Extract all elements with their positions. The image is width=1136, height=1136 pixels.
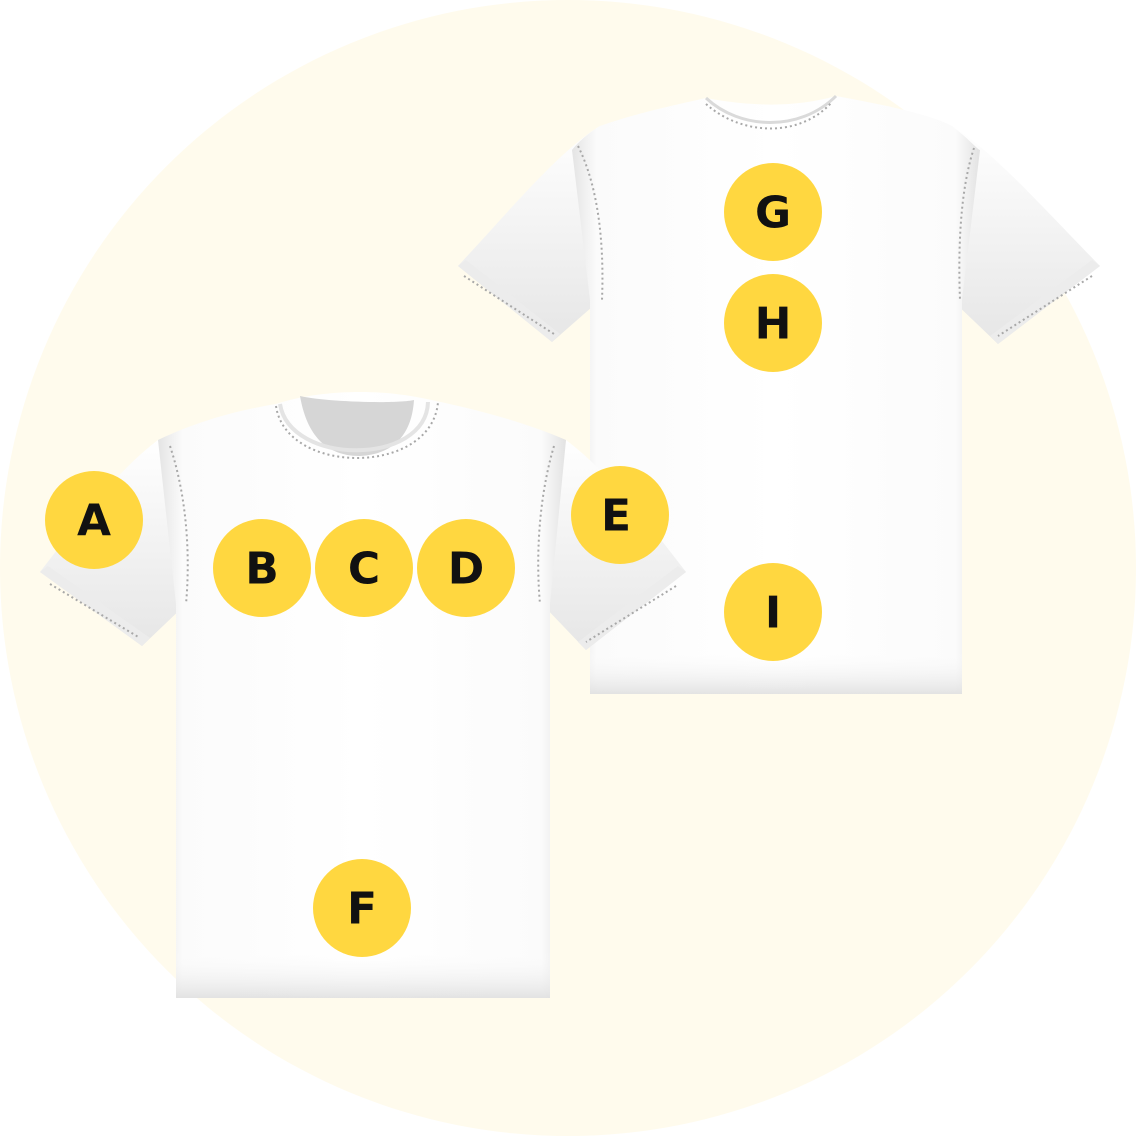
marker-E-label: E <box>601 491 631 542</box>
front-shirt-hem-shade <box>176 950 550 998</box>
marker-F-label: F <box>347 884 377 935</box>
marker-E[interactable]: E <box>571 466 669 564</box>
marker-H-label: H <box>755 299 792 350</box>
marker-F[interactable]: F <box>313 859 411 957</box>
marker-I-label: I <box>765 588 781 639</box>
tshirt-print-locations-diagram: A B C D E F G H I <box>0 0 1136 1136</box>
marker-G-label: G <box>755 188 791 239</box>
marker-I[interactable]: I <box>724 563 822 661</box>
marker-C-label: C <box>348 544 380 595</box>
marker-B-label: B <box>245 544 279 595</box>
marker-D[interactable]: D <box>417 519 515 617</box>
marker-A-label: A <box>77 496 111 547</box>
marker-B[interactable]: B <box>213 519 311 617</box>
marker-G[interactable]: G <box>724 163 822 261</box>
marker-C[interactable]: C <box>315 519 413 617</box>
marker-H[interactable]: H <box>724 274 822 372</box>
marker-A[interactable]: A <box>45 471 143 569</box>
marker-D-label: D <box>448 544 485 595</box>
